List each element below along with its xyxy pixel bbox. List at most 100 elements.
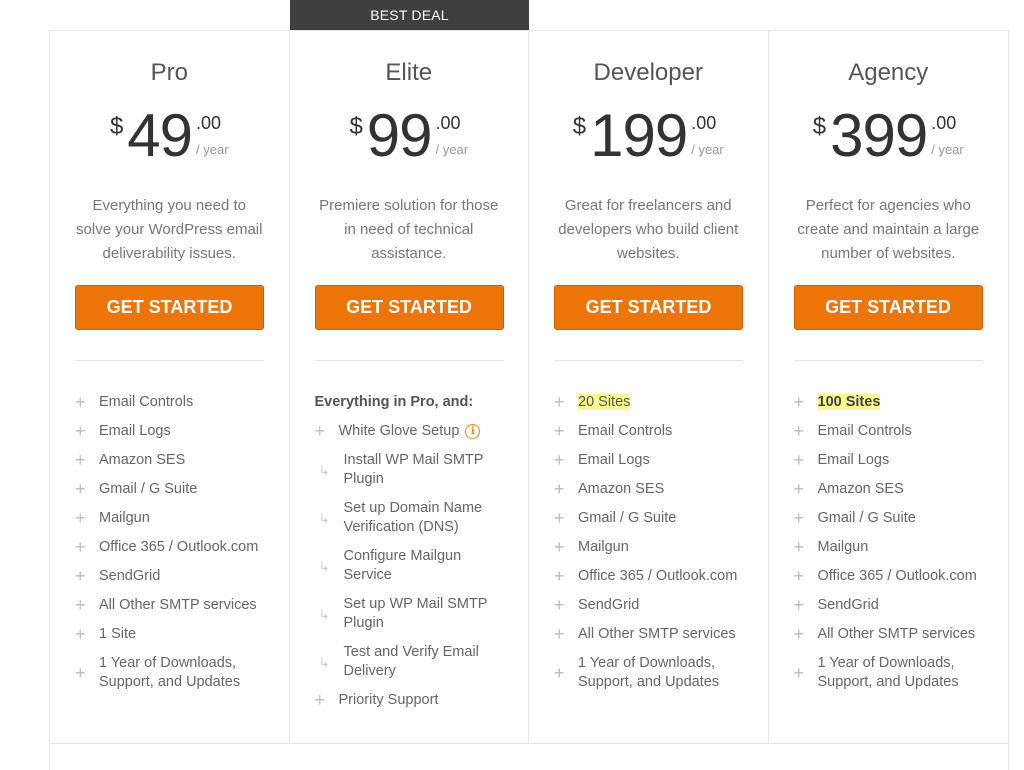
- feature-label: All Other SMTP services: [99, 597, 257, 613]
- feature-item: + All Other SMTP services: [794, 625, 991, 644]
- plus-icon: +: [75, 450, 86, 470]
- info-icon[interactable]: i: [465, 423, 481, 439]
- plus-icon: +: [793, 479, 805, 499]
- plan-agency: Agency $399.00 / year Perfect for agencies …: [769, 31, 1009, 744]
- feature-label: Priority Support: [338, 692, 439, 708]
- plan-price: $99.00 / year: [290, 101, 529, 171]
- plan-name: Agency: [848, 59, 929, 86]
- feature-text: 100 Sites: [817, 393, 991, 412]
- plus-icon: +: [75, 595, 86, 615]
- sub-feature-item: ↳ Configure Mailgun Service: [315, 547, 511, 585]
- plus-icon: +: [793, 566, 805, 586]
- feature-label: Email Logs: [578, 452, 650, 468]
- feature-item: + Email Logs: [794, 451, 991, 470]
- get-started-button[interactable]: GET STARTED: [314, 285, 504, 330]
- plus-icon: +: [75, 537, 86, 557]
- plus-icon: +: [554, 662, 565, 683]
- price-suffix: .00 / year: [691, 113, 724, 157]
- plus-icon: +: [554, 537, 565, 557]
- price-cents: .00: [435, 113, 461, 133]
- feature-item-sites: +20 Sites: [554, 393, 750, 412]
- price-cents: .00: [196, 113, 222, 133]
- feature-text: All Other SMTP services: [818, 625, 991, 644]
- feature-item: + SendGrid: [554, 596, 750, 615]
- feature-label: Amazon SES: [578, 481, 665, 497]
- price-amount: 99: [366, 102, 433, 169]
- plus-icon: +: [554, 566, 565, 586]
- feature-label: Email Controls: [99, 394, 194, 410]
- plan-price: $399.00 / year: [769, 101, 1009, 171]
- feature-text: Amazon SES: [578, 480, 750, 499]
- feature-text: Gmail / G Suite: [99, 480, 271, 499]
- price-cents: .00: [691, 113, 717, 133]
- feature-item: + Mailgun: [794, 538, 991, 557]
- divider: [75, 360, 264, 361]
- feature-item: +1 Year of Downloads, Support, and Updat…: [75, 654, 271, 692]
- feature-item: + Mailgun: [75, 509, 271, 528]
- feature-label: Mailgun: [817, 539, 869, 555]
- feature-item: + SendGrid: [75, 567, 271, 586]
- feature-item: +1 Year of Downloads, Support, and Updat…: [554, 654, 750, 692]
- feature-label: Install WP Mail SMTP Plugin: [343, 452, 484, 487]
- feature-text: Email Controls: [578, 422, 750, 441]
- get-started-button[interactable]: GET STARTED: [554, 285, 743, 330]
- feature-intro: Everything in Pro, and:: [314, 394, 474, 410]
- feature-item: + Gmail / G Suite: [75, 480, 271, 499]
- feature-item: + Office 365 / Outlook.com: [554, 567, 750, 586]
- feature-list: +20 Sites + Email Controls + Email Logs + Amaz…: [554, 393, 750, 702]
- feature-label: Mailgun: [578, 539, 629, 555]
- feature-item: + Gmail / G Suite: [794, 509, 991, 528]
- feature-text: 1 Site: [99, 625, 271, 644]
- feature-label: 20 Sites: [578, 394, 631, 410]
- feature-item-priority-support: + Priority Support: [315, 691, 511, 710]
- price-currency: $: [109, 113, 124, 140]
- plus-icon: +: [75, 421, 86, 441]
- feature-item: +1 Site: [75, 625, 271, 644]
- plus-icon: +: [75, 624, 86, 644]
- feature-text: Gmail / G Suite: [578, 509, 750, 528]
- feature-label: 1 Year of Downloads, Support, and Update…: [99, 655, 241, 690]
- plan-name: Pro: [150, 59, 188, 86]
- plus-icon: +: [554, 392, 565, 412]
- feature-item: + Gmail / G Suite: [554, 509, 750, 528]
- feature-label: Email Controls: [578, 423, 673, 439]
- feature-item: + Email Controls: [75, 393, 271, 412]
- plus-icon: +: [793, 508, 805, 528]
- feature-text: 1 Year of Downloads, Support, and Update…: [99, 654, 271, 692]
- feature-text: Email Logs: [99, 422, 271, 441]
- plus-icon: +: [554, 508, 565, 528]
- plus-icon: +: [554, 624, 565, 644]
- feature-label: Email Logs: [817, 452, 890, 468]
- feature-label: Configure Mailgun Service: [343, 548, 462, 583]
- divider: [554, 360, 743, 361]
- sub-feature-item: ↳ Install WP Mail SMTP Plugin: [315, 451, 511, 489]
- plan-description: Premiere solution for those in need of t…: [319, 197, 499, 262]
- get-started-button[interactable]: GET STARTED: [75, 285, 264, 330]
- plus-icon: +: [554, 450, 565, 470]
- feature-item: + Amazon SES: [554, 480, 750, 499]
- plus-icon: +: [554, 421, 565, 441]
- feature-label: Test and Verify Email Delivery: [343, 644, 479, 679]
- feature-text: Office 365 / Outlook.com: [578, 567, 750, 586]
- feature-list: Everything in Pro, and: + White Glove Setu…: [315, 393, 511, 720]
- price-suffix: .00 / year: [436, 113, 469, 157]
- feature-item: + Amazon SES: [75, 451, 271, 470]
- feature-label: All Other SMTP services: [817, 626, 976, 642]
- feature-label: Set up WP Mail SMTP Plugin: [343, 596, 488, 631]
- price-period: / year: [435, 142, 469, 157]
- sub-arrow-icon: ↳: [318, 462, 330, 478]
- get-started-button[interactable]: GET STARTED: [793, 285, 983, 330]
- feature-text: Mailgun: [578, 538, 750, 557]
- feature-text: Amazon SES: [818, 480, 991, 499]
- feature-item-sites: +100 Sites: [794, 393, 991, 412]
- feature-item: + All Other SMTP services: [75, 596, 271, 615]
- price-amount: 49: [127, 102, 193, 169]
- price-amount: 199: [590, 102, 688, 169]
- feature-text: Gmail / G Suite: [818, 509, 991, 528]
- feature-item: + Email Logs: [554, 451, 750, 470]
- feature-label: Office 365 / Outlook.com: [99, 539, 259, 555]
- plan-name: Elite: [385, 59, 433, 86]
- feature-text: 1 Year of Downloads, Support, and Update…: [578, 654, 750, 692]
- feature-label: Amazon SES: [99, 452, 186, 468]
- feature-item: + Office 365 / Outlook.com: [75, 538, 271, 557]
